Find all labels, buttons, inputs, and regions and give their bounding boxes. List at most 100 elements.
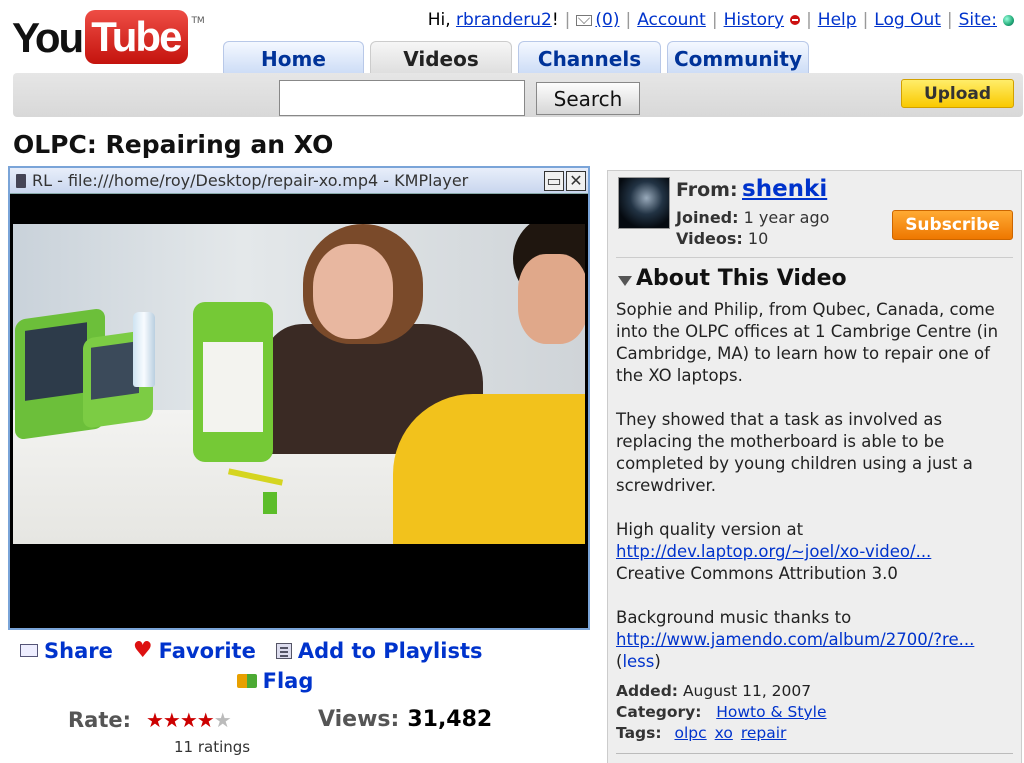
triangle-down-icon [618, 275, 632, 286]
search-button[interactable]: Search [536, 82, 640, 115]
scene-laptop-center [193, 302, 273, 462]
category-row: Category: Howto & Style [616, 702, 826, 723]
add-to-playlists-button[interactable]: Add to Playlists [275, 638, 483, 663]
upload-button[interactable]: Upload [901, 79, 1014, 108]
license-text: Creative Commons Attribution 3.0 [616, 564, 898, 583]
tab-community[interactable]: Community [667, 41, 809, 74]
video-actions: Share ♥ Favorite Add to Playlists Flag [20, 638, 560, 693]
description-paragraph: They showed that a task as involved as r… [616, 410, 973, 495]
player-titlebar[interactable]: RL - file:///home/roy/Desktop/repair-xo.… [10, 168, 588, 194]
logo-tm: TM [191, 16, 205, 26]
about-toggle[interactable]: About This Video [618, 266, 847, 291]
share-button[interactable]: Share [20, 638, 113, 663]
logout-link[interactable]: Log Out [874, 10, 941, 30]
separator: | [806, 10, 812, 30]
from-label: From: [676, 179, 738, 201]
scene-tool [263, 492, 277, 514]
heart-icon: ♥ [132, 638, 153, 663]
tab-channels[interactable]: Channels [518, 41, 661, 74]
views-counter: Views: 31,482 [318, 707, 492, 732]
greeting-suffix: ! [551, 10, 559, 30]
username-link[interactable]: rbranderu2 [456, 10, 552, 30]
flag-button[interactable]: Flag [236, 669, 314, 693]
uploader-avatar[interactable] [618, 177, 670, 229]
search-input[interactable] [279, 80, 525, 116]
videos-label: Videos: [676, 229, 743, 248]
added-label: Added: [616, 682, 678, 700]
hq-text: High quality version at [616, 520, 804, 539]
added-value: August 11, 2007 [682, 682, 812, 700]
tab-videos[interactable]: Videos [370, 41, 512, 74]
tags-row: Tags: olpc xo repair [616, 723, 826, 744]
ratings-count: 11 ratings [174, 738, 251, 756]
joined-label: Joined: [676, 208, 739, 227]
videos-info: Videos: 10 [676, 229, 768, 248]
close-icon[interactable]: ✕ [566, 170, 586, 191]
logo-tube-text: Tube [85, 10, 189, 64]
star-rating[interactable]: ★★★★★ [146, 708, 232, 732]
music-link[interactable]: http://www.jamendo.com/album/2700/?re... [616, 630, 974, 649]
history-link[interactable]: History [724, 10, 784, 30]
youtube-logo[interactable]: You Tube TM [12, 10, 205, 66]
video-meta: Added: August 11, 2007 Category: Howto &… [616, 681, 826, 744]
about-heading: About This Video [636, 266, 847, 291]
category-link[interactable]: Howto & Style [716, 703, 826, 721]
scene-bottle [133, 312, 155, 387]
main-tabs: Home Videos Channels Community [223, 41, 809, 74]
uploader-link[interactable]: shenki [742, 176, 827, 202]
views-label: Views: [318, 707, 400, 732]
scene-girl-face [313, 244, 393, 339]
tag-link[interactable]: xo [715, 724, 733, 742]
less-link[interactable]: less [622, 652, 654, 671]
views-count: 31,482 [407, 707, 493, 732]
help-link[interactable]: Help [818, 10, 857, 30]
added-row: Added: August 11, 2007 [616, 681, 826, 702]
video-player-window[interactable]: RL - file:///home/roy/Desktop/repair-xo.… [8, 166, 590, 630]
tags-label: Tags: [616, 724, 662, 742]
add-to-playlists-label: Add to Playlists [297, 638, 483, 663]
mail-count-link[interactable]: (0) [595, 10, 619, 30]
rate-label: Rate: [68, 708, 132, 732]
video-info-panel: From: shenki Joined: 1 year ago Videos: … [607, 170, 1022, 763]
search-bar: Search Upload [13, 73, 1023, 117]
scene-boy-face [518, 254, 585, 344]
video-frame[interactable] [13, 224, 585, 544]
favorite-button[interactable]: ♥ Favorite [133, 638, 256, 663]
music-text: Background music thanks to [616, 608, 852, 627]
video-title: OLPC: Repairing an XO [13, 130, 334, 159]
globe-icon[interactable] [1003, 14, 1014, 26]
separator: | [625, 10, 632, 30]
separator: | [946, 10, 953, 30]
favorite-label: Favorite [158, 638, 256, 663]
site-link[interactable]: Site: [959, 10, 997, 30]
logo-you-text: You [12, 14, 84, 61]
flag-label: Flag [262, 669, 314, 693]
history-off-icon[interactable] [790, 15, 801, 25]
separator: | [564, 10, 571, 30]
hq-link[interactable]: http://dev.laptop.org/~joel/xo-video/... [616, 542, 931, 561]
tag-link[interactable]: olpc [675, 724, 707, 742]
divider [616, 753, 1013, 754]
less-paren-close: ) [654, 652, 661, 671]
video-description: Sophie and Philip, from Qubec, Canada, c… [616, 299, 1016, 673]
joined-value: 1 year ago [743, 208, 830, 227]
player-window-title: RL - file:///home/roy/Desktop/repair-xo.… [32, 171, 469, 190]
scene-boy-shirt [393, 394, 585, 544]
star-filled-icons[interactable]: ★★★★ [146, 708, 215, 732]
category-label: Category: [616, 703, 702, 721]
playlist-icon [275, 642, 292, 659]
description-paragraph: Sophie and Philip, from Qubec, Canada, c… [616, 300, 999, 385]
videos-value: 10 [747, 229, 769, 248]
flag-icon [236, 674, 257, 688]
subscribe-button[interactable]: Subscribe [892, 210, 1013, 240]
share-label: Share [44, 638, 113, 663]
mail-icon [20, 644, 38, 657]
account-link[interactable]: Account [637, 10, 706, 30]
maximize-icon[interactable]: ▭ [544, 170, 564, 191]
tab-home[interactable]: Home [223, 41, 364, 74]
mail-icon[interactable] [576, 14, 593, 26]
star-empty-icon[interactable]: ★ [214, 708, 232, 732]
tag-link[interactable]: repair [741, 724, 787, 742]
divider [616, 257, 1013, 258]
separator: | [862, 10, 869, 30]
